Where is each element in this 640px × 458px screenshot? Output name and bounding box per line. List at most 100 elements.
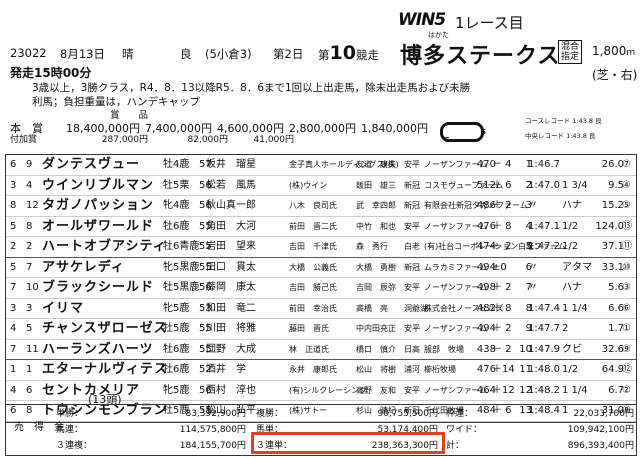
cell-region: 安平 [404, 160, 420, 169]
cell-time: 1:47.7 [528, 323, 560, 334]
cell-margin: 1 3/4 [562, 179, 588, 191]
cell-name: オールザワールド [42, 218, 155, 234]
cell-name: タガノパッション [42, 198, 155, 213]
cell-pop: ⑨ [622, 343, 631, 355]
cell-time: 1:48.0 [528, 364, 560, 375]
meeting: (5小倉3) [205, 47, 252, 61]
cell-waku: 4 [10, 323, 17, 334]
cell-name: イリマ [42, 300, 85, 316]
cell-sex-age: 牡6鹿 [163, 343, 190, 355]
cell-waku: 1 [10, 364, 17, 375]
cell-no: 10 [26, 282, 39, 293]
cell-sex-age: 牝5鹿 [163, 384, 190, 396]
cell-jockey: 坂井 瑠星 [206, 159, 256, 170]
cell-owner: 大橋 公義氏 [289, 262, 337, 272]
cell-margin: 1/2 [562, 220, 579, 232]
conditions-line-1: 3歳以上，3勝クラス，R4．8．13以降R5．8．6まで1回以上出走馬，除未出走… [32, 82, 471, 94]
cell-region: 新冠 [404, 262, 420, 272]
cell-trainer: 中内田充正 [356, 324, 396, 333]
payout-value: 83,392,900円 [185, 409, 246, 419]
cell-odds: 124.0 [595, 220, 624, 232]
cell-margin: 1 1/4 [562, 302, 588, 314]
cell-jockey: 角田 大河 [206, 220, 256, 232]
cell-diff: － 4 [492, 159, 512, 170]
cell-margin: 2 [562, 323, 569, 334]
cell-region: 安平 [404, 385, 420, 395]
course-diagram-start: S [481, 128, 487, 136]
cell-trainer: 友道 康夫 [356, 160, 396, 169]
cell-name: エターナルヴィテス [42, 362, 169, 377]
cell-sex-age: 牝4鹿 [163, 200, 190, 211]
prize-heading: 賞 品 [110, 110, 149, 121]
cell-jockey: 岩田 望来 [206, 241, 256, 252]
cell-owner: 林 正道氏 [289, 344, 329, 354]
cell-name: チャンスザローゼス [42, 321, 168, 336]
cell-diff: ＋ 2 [492, 200, 512, 211]
cell-trainer: 中竹 和也 [356, 221, 396, 231]
highlight-box [251, 432, 445, 454]
cell-no: 6 [26, 384, 33, 396]
cell-sex-age: 牡6鹿 [163, 364, 190, 375]
cell-time: 〃 [528, 282, 538, 293]
result-row: 7 10 ブラックシールド 牡5黒鹿 56 藤岡 康太 吉田 勝己氏 吉岡 辰弥 安平 ノーザンフ… [6, 278, 636, 299]
cell-pop: ⑪ [622, 241, 632, 252]
mixed-badge: 混合 指定 [558, 40, 583, 64]
cell-pop: ⑩ [622, 261, 631, 273]
result-row: 7 11 ハーランズハーツ 牡6鹿 55 団野 大成林 正道氏 橋口 慎介 日高 服部 牧場 43… [6, 340, 636, 360]
result-row: 1 1 エターナルヴィテス 牡6鹿 52 酒井 学永井 康郎氏 松山 将樹 浦河 櫛桁牧場 476… [6, 360, 636, 381]
result-row: 2 2 ハートオブアシティ 牡6青鹿 55 岩田 望来 吉田 千津氏森 秀行 白老 (有)社台コ… [6, 237, 636, 258]
cell-jockey: 松若 風馬 [206, 179, 256, 191]
course-record: コースレコード 1:43.8 良 [525, 117, 602, 125]
cell-odds: 64.9 [601, 364, 624, 375]
payout-value: 90,755,500円 [377, 409, 438, 419]
cell-time: 1:47.1 [528, 220, 560, 232]
cell-odds: 26.0 [601, 159, 624, 170]
cell-diff: ±0 [492, 261, 507, 273]
cell-diff: － 2 [492, 241, 512, 252]
cell-diff: ＋ 8 [492, 302, 512, 314]
cell-trainer: 松山 将樹 [356, 365, 396, 374]
extra-prize-row: 付加賞 287,000円 82,000円 41,000円 [10, 135, 294, 145]
cell-time: 1:46.7 [528, 159, 560, 170]
cell-odds: 1.7 [608, 323, 624, 334]
cell-waku: 7 [10, 282, 17, 293]
cell-margin: ハナ [562, 200, 582, 211]
cell-sex-age: 牡5鹿 [163, 323, 190, 334]
cell-sex-age: 牡4鹿 [163, 159, 190, 170]
cell-owner: 藤田 晋氏 [289, 324, 329, 333]
cell-diff: ＋ 2 [492, 323, 512, 334]
cell-margin: クビ [562, 343, 582, 355]
middle-record: 中央レコード 1:43.8 良 [525, 132, 596, 140]
result-row: 8 12 タガノパッション 牝4鹿 56 秋山真一郎 八木 良司氏武 幸四郎 新冠 有限会社新冠… [6, 196, 636, 217]
course: (芝・右) [592, 68, 638, 82]
cell-owner: 永井 康郎氏 [289, 365, 337, 374]
cell-margin: ハナ [562, 282, 582, 293]
cell-jockey: 西村 淳也 [206, 384, 256, 396]
result-row: 3 3 イリマ 牝5鹿 53 和田 竜二 前田 幸治氏 高橋 亮洞爺湖 株式会社ノースヒルズ 48… [6, 299, 636, 319]
result-row: 4 5 チャンスザローゼス 牡5鹿 55 川田 将雅 藤田 晋氏 中内田充正 安平 ノーザンファー… [6, 319, 636, 340]
race-id: 23022 [10, 46, 47, 60]
cell-pop: ⑬ [622, 220, 632, 232]
course-diagram-goal: G [444, 136, 450, 144]
cell-region: 新冠 [404, 201, 420, 210]
cell-trainer: 飯田 雄三 [356, 180, 396, 190]
cell-time: 1:47.4 [528, 302, 560, 314]
cell-odds: 5.6 [608, 282, 624, 293]
payout-value: 184,155,700円 [179, 441, 246, 451]
cell-trainer: 吉岡 辰弥 [356, 283, 396, 292]
cell-sex-age: 牡6鹿 [163, 220, 190, 232]
cell-name: ウインリブルマン [42, 177, 155, 193]
cell-pop: ③ [622, 282, 631, 293]
payout-value: 114,575,800円 [179, 425, 246, 435]
cell-odds: 6.6 [608, 302, 624, 314]
cell-diff: ＋14 [492, 364, 515, 375]
cell-waku: 6 [10, 159, 17, 170]
cell-breeder: 櫛桁牧場 [424, 365, 456, 374]
cell-no: 5 [26, 323, 33, 334]
cell-margin: 1/2 [562, 241, 579, 252]
cell-jockey: 和田 竜二 [206, 302, 256, 314]
results-table: 6 9 ダンテスヴュー 牡4鹿 57 坂井 瑠星 金子真人ホールディングス(株) 友道 康夫安… [5, 154, 637, 423]
cell-owner: 吉田 勝己氏 [289, 283, 337, 292]
cell-waku: 4 [10, 384, 17, 396]
cell-sex-age: 牡5栗 [163, 179, 190, 191]
